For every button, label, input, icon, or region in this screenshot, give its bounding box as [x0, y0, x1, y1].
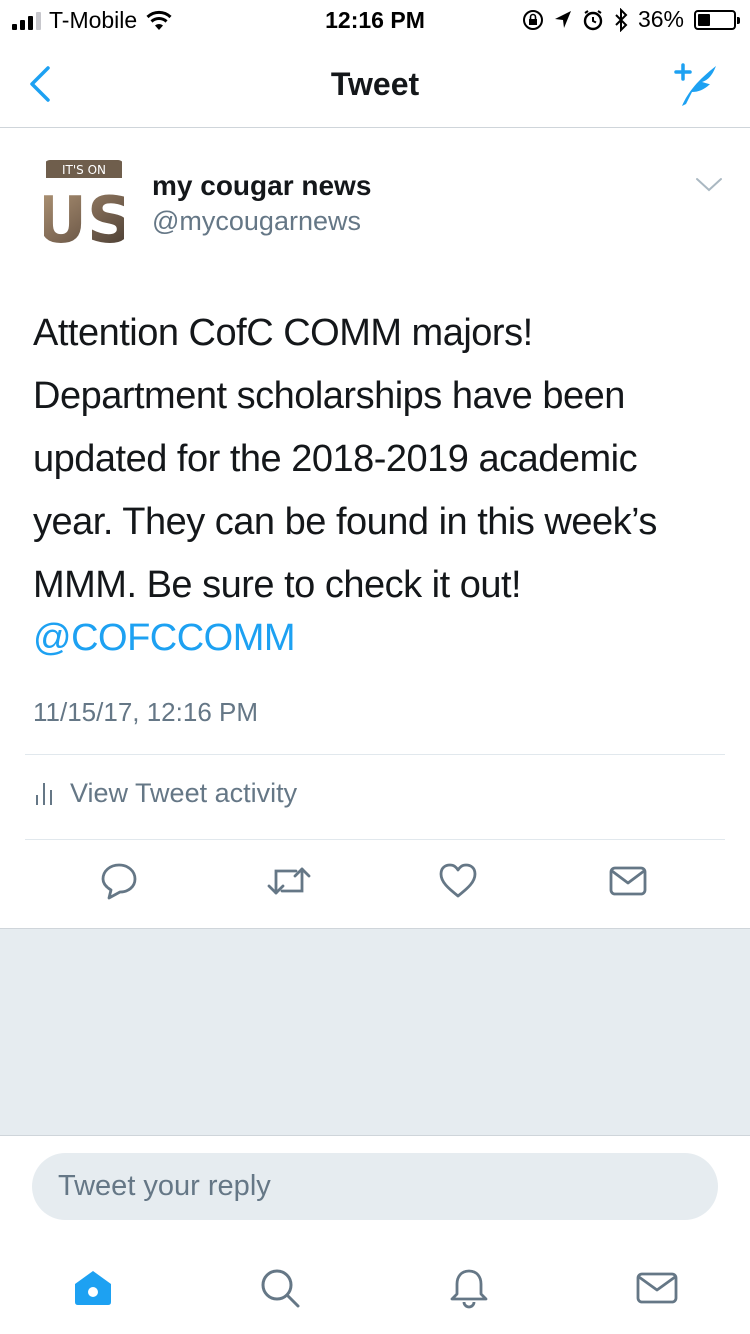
bluetooth-icon	[615, 7, 628, 32]
nav-bar: Tweet	[0, 40, 750, 128]
divider	[25, 839, 725, 840]
tweet-text-line: Attention CofC COMM majors!	[33, 312, 533, 354]
tweet-options-button[interactable]	[692, 172, 726, 198]
direct-message-button[interactable]	[603, 856, 653, 906]
replies-area	[0, 928, 750, 1136]
tweet-text: Attention CofC COMM majors! Department s…	[33, 302, 723, 617]
location-icon	[554, 10, 571, 28]
view-tweet-activity-label: View Tweet activity	[70, 778, 298, 808]
direct-message-icon	[609, 866, 647, 896]
like-button[interactable]	[433, 856, 483, 906]
divider	[25, 754, 725, 755]
reply-input[interactable]	[32, 1153, 718, 1220]
messages-icon	[636, 1272, 678, 1304]
analytics-icon	[36, 782, 52, 805]
chevron-down-icon	[696, 178, 722, 192]
battery-percent: 36%	[637, 6, 684, 32]
battery-level	[698, 13, 710, 26]
compose-tweet-button[interactable]	[668, 58, 724, 110]
author-name[interactable]: my cougar news	[152, 170, 371, 202]
svg-text:IT'S ON: IT'S ON	[62, 163, 106, 177]
tweet-actions	[0, 856, 750, 916]
tab-notifications[interactable]	[439, 1258, 499, 1318]
svg-text:US: US	[44, 184, 124, 246]
reply-button[interactable]	[94, 856, 144, 906]
like-icon	[439, 863, 477, 898]
alarm-icon	[583, 9, 603, 30]
notifications-icon	[450, 1269, 488, 1309]
search-icon	[261, 1269, 300, 1308]
tab-messages[interactable]	[627, 1258, 687, 1318]
tweet-text-line: Department scholarships have been	[33, 375, 625, 417]
orientation-lock-icon	[522, 9, 543, 30]
tweet-text-line: updated for the 2018-2019 academic	[33, 438, 638, 480]
status-bar: T-Mobile 12:16 PM 36%	[0, 0, 750, 40]
battery-icon	[694, 9, 740, 30]
status-bar-right: 36%	[522, 6, 740, 33]
tab-search[interactable]	[250, 1258, 310, 1318]
tab-bar	[0, 1240, 750, 1334]
retweet-button[interactable]	[264, 856, 314, 906]
tweet-timestamp: 11/15/17, 12:16 PM	[33, 697, 259, 727]
view-tweet-activity-link[interactable]: View Tweet activity	[36, 778, 297, 809]
tab-home[interactable]	[63, 1258, 123, 1318]
tweet-text-line: MMM. Be sure to check it out!	[33, 564, 522, 606]
retweet-icon	[267, 867, 311, 895]
home-icon	[75, 1271, 111, 1305]
page-title: Tweet	[330, 66, 420, 102]
mention-link[interactable]: @COFCCOMM	[33, 613, 296, 663]
author-avatar-image: IT'S ON US	[44, 160, 124, 246]
avatar[interactable]: IT'S ON US	[44, 160, 124, 246]
compose-tweet-icon	[674, 63, 716, 106]
reply-icon	[101, 863, 137, 900]
author-handle[interactable]: @mycougarnews	[152, 206, 361, 237]
tweet-text-line: year. They can be found in this week’s	[33, 501, 657, 543]
